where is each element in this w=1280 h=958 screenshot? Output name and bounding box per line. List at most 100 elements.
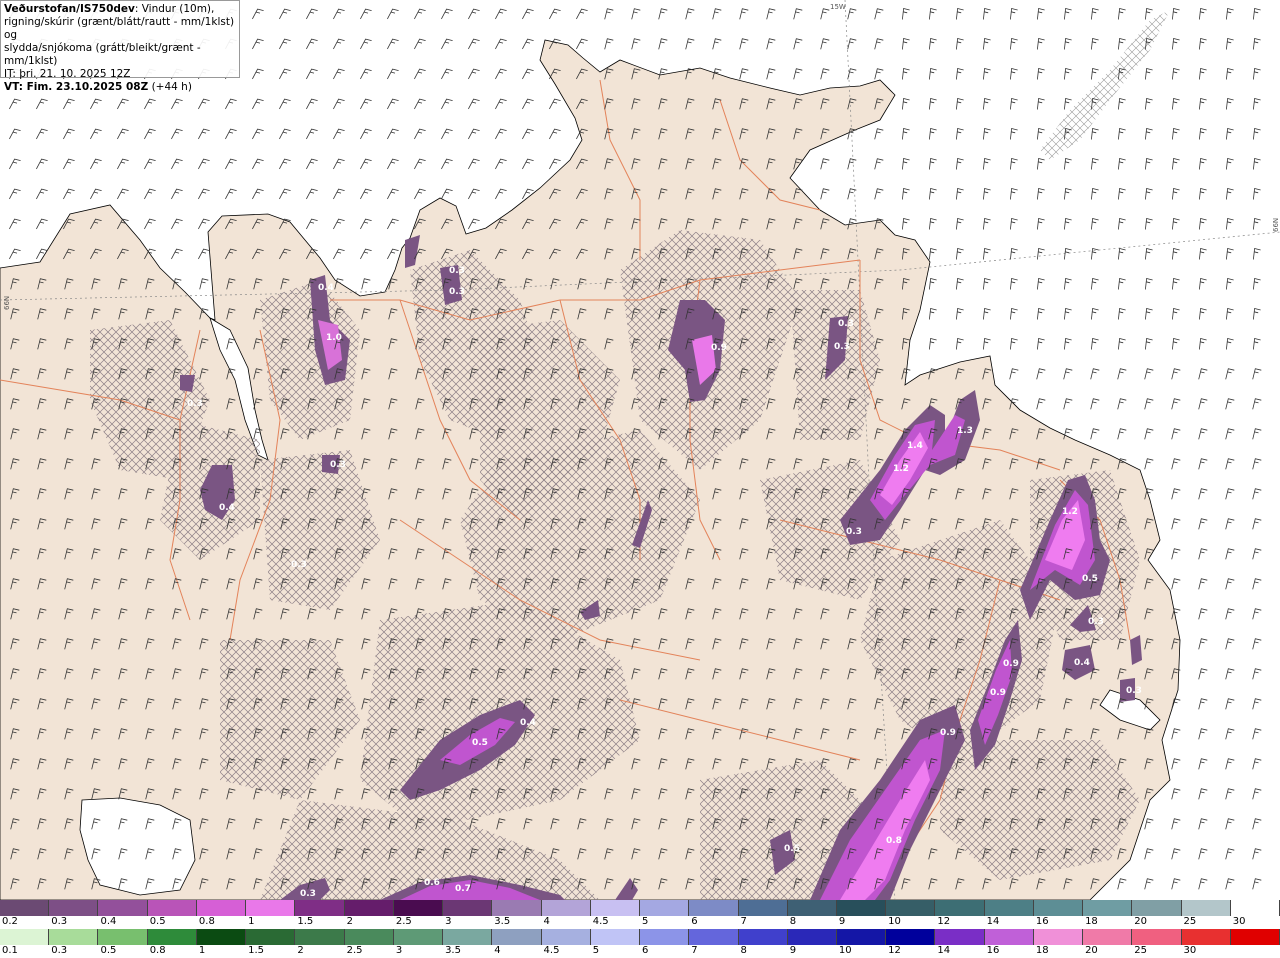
precip-value-label: 0.9 [711, 343, 727, 353]
lon-label-15w: 15W [830, 3, 846, 11]
lat-label-right: 66N [1272, 218, 1280, 232]
scale-cell [689, 929, 739, 945]
scale-cell [1083, 929, 1133, 945]
scale-cell [246, 929, 296, 945]
scale-label: 3.5 [445, 945, 461, 956]
scale-label: 7 [691, 945, 698, 956]
scale-cell [1181, 900, 1231, 916]
scale-label: 2 [297, 945, 304, 956]
scale-label: 16 [1035, 916, 1049, 927]
precip-value-label: 1.2 [893, 464, 909, 474]
scale-label: 9 [838, 916, 846, 927]
scale-cell [1132, 929, 1182, 945]
precip-value-label: 0.3 [1126, 686, 1142, 696]
scale-label: 16 [986, 945, 1000, 956]
precip-value-label: 0.6 [424, 878, 440, 888]
forecast-offset: (+44 h) [148, 81, 192, 93]
precip-value-label: 0.4 [1074, 658, 1090, 668]
scale-cell [246, 900, 296, 916]
scale-cell [393, 900, 444, 916]
scale-cell [443, 900, 493, 916]
scale-label: 5 [642, 916, 649, 927]
scale-label: 3 [395, 945, 403, 956]
scale-label: 12 [937, 916, 951, 927]
scale-label: 1 [248, 916, 255, 927]
scale-label: 20 [1085, 945, 1098, 956]
precip-value-label: 0.5 [472, 738, 488, 748]
scale-label: 3.5 [494, 916, 511, 927]
scale-cell [984, 900, 1034, 916]
scale-cell [344, 929, 394, 945]
scale-label: 4.5 [592, 916, 609, 927]
brand-name: Veðurstofan/IS750dev [4, 3, 135, 15]
scale-cell [344, 900, 394, 916]
scale-cell [1083, 900, 1133, 916]
precip-value-label: 0.3 [1088, 617, 1104, 627]
scale-label: 0.3 [51, 945, 68, 956]
title-line-2: rigning/skúrir (grænt/blátt/rautt - mm/1… [4, 16, 235, 41]
scale-cell [640, 929, 690, 945]
snow-color-scale [0, 900, 1280, 916]
scale-label: 2.5 [346, 945, 363, 956]
scale-cell [1230, 900, 1280, 916]
title-line-1: Veðurstofan/IS750dev: Vindur (10m), [4, 3, 236, 16]
precip-value-label: 0.8 [886, 836, 902, 846]
rain-color-scale [0, 929, 1280, 945]
scale-cell [393, 929, 444, 945]
scale-label: 3 [445, 916, 452, 927]
map-title-box: Veðurstofan/IS750dev: Vindur (10m), rign… [0, 0, 240, 93]
scale-cell [295, 929, 345, 945]
title-line-1-rest: : Vindur (10m), [134, 3, 215, 15]
precip-value-label: 1.0 [326, 333, 342, 343]
scale-cell [984, 929, 1034, 945]
scale-label: 25 [1134, 945, 1148, 956]
scale-cell [738, 929, 788, 945]
scale-cell [98, 929, 148, 945]
scale-label: 0.8 [149, 945, 166, 956]
scale-cell [689, 900, 739, 916]
scale-cell [196, 929, 247, 945]
scale-cell [1132, 900, 1182, 916]
valid-time-line: VT: Fim. 23.10.2025 08Z (+44 h) [4, 81, 236, 94]
init-time: IT: þri. 21. 10. 2025 12Z [4, 68, 131, 80]
scale-cell [1033, 929, 1084, 945]
scale-label: 6 [691, 916, 698, 927]
scale-cell [836, 929, 887, 945]
precip-value-label: 0.9 [1003, 659, 1019, 669]
lat-label-left: 66N [3, 296, 11, 310]
scale-label: 25 [1183, 916, 1197, 927]
precip-value-label: 0.3 [449, 287, 465, 297]
scale-label: 4 [543, 916, 550, 927]
scale-cell [935, 929, 985, 945]
scale-cell [49, 900, 99, 916]
title-line-3: slydda/snjókoma (grátt/bleikt/grænt - mm… [4, 42, 201, 67]
precip-value-label: 0.4 [219, 503, 235, 513]
scale-label: 5 [592, 945, 600, 956]
scale-cell [98, 900, 148, 916]
scale-cell [492, 929, 542, 945]
scale-cell [935, 900, 985, 916]
scale-cell [541, 929, 591, 945]
precip-value-label: 0.5 [784, 844, 800, 854]
scale-cell [541, 900, 591, 916]
scale-label: 0.4 [100, 916, 117, 927]
precip-value-label: 0.9 [940, 728, 956, 738]
scale-label: 1 [198, 945, 206, 956]
scale-cell [1033, 900, 1084, 916]
precip-value-label: 0.3 [449, 266, 465, 276]
scale-label: 2 [346, 916, 353, 927]
scale-label: 2.5 [395, 916, 412, 927]
scale-label: 14 [986, 916, 1000, 927]
precip-value-label: 0.5 [1082, 574, 1098, 584]
scale-cell [640, 900, 690, 916]
precip-value-label: 0.3 [291, 560, 307, 570]
scale-cell [590, 929, 641, 945]
scale-label: 18 [1085, 916, 1098, 927]
precip-value-label: 0.3 [187, 399, 203, 409]
precip-value-label: 0.3 [834, 342, 850, 352]
scale-label: 0.5 [100, 945, 117, 956]
precip-value-label: 0.4 [318, 283, 334, 293]
scale-label: 6 [642, 945, 649, 956]
precip-value-label: 0.3 [330, 460, 346, 470]
scale-label: 30 [1232, 916, 1246, 927]
